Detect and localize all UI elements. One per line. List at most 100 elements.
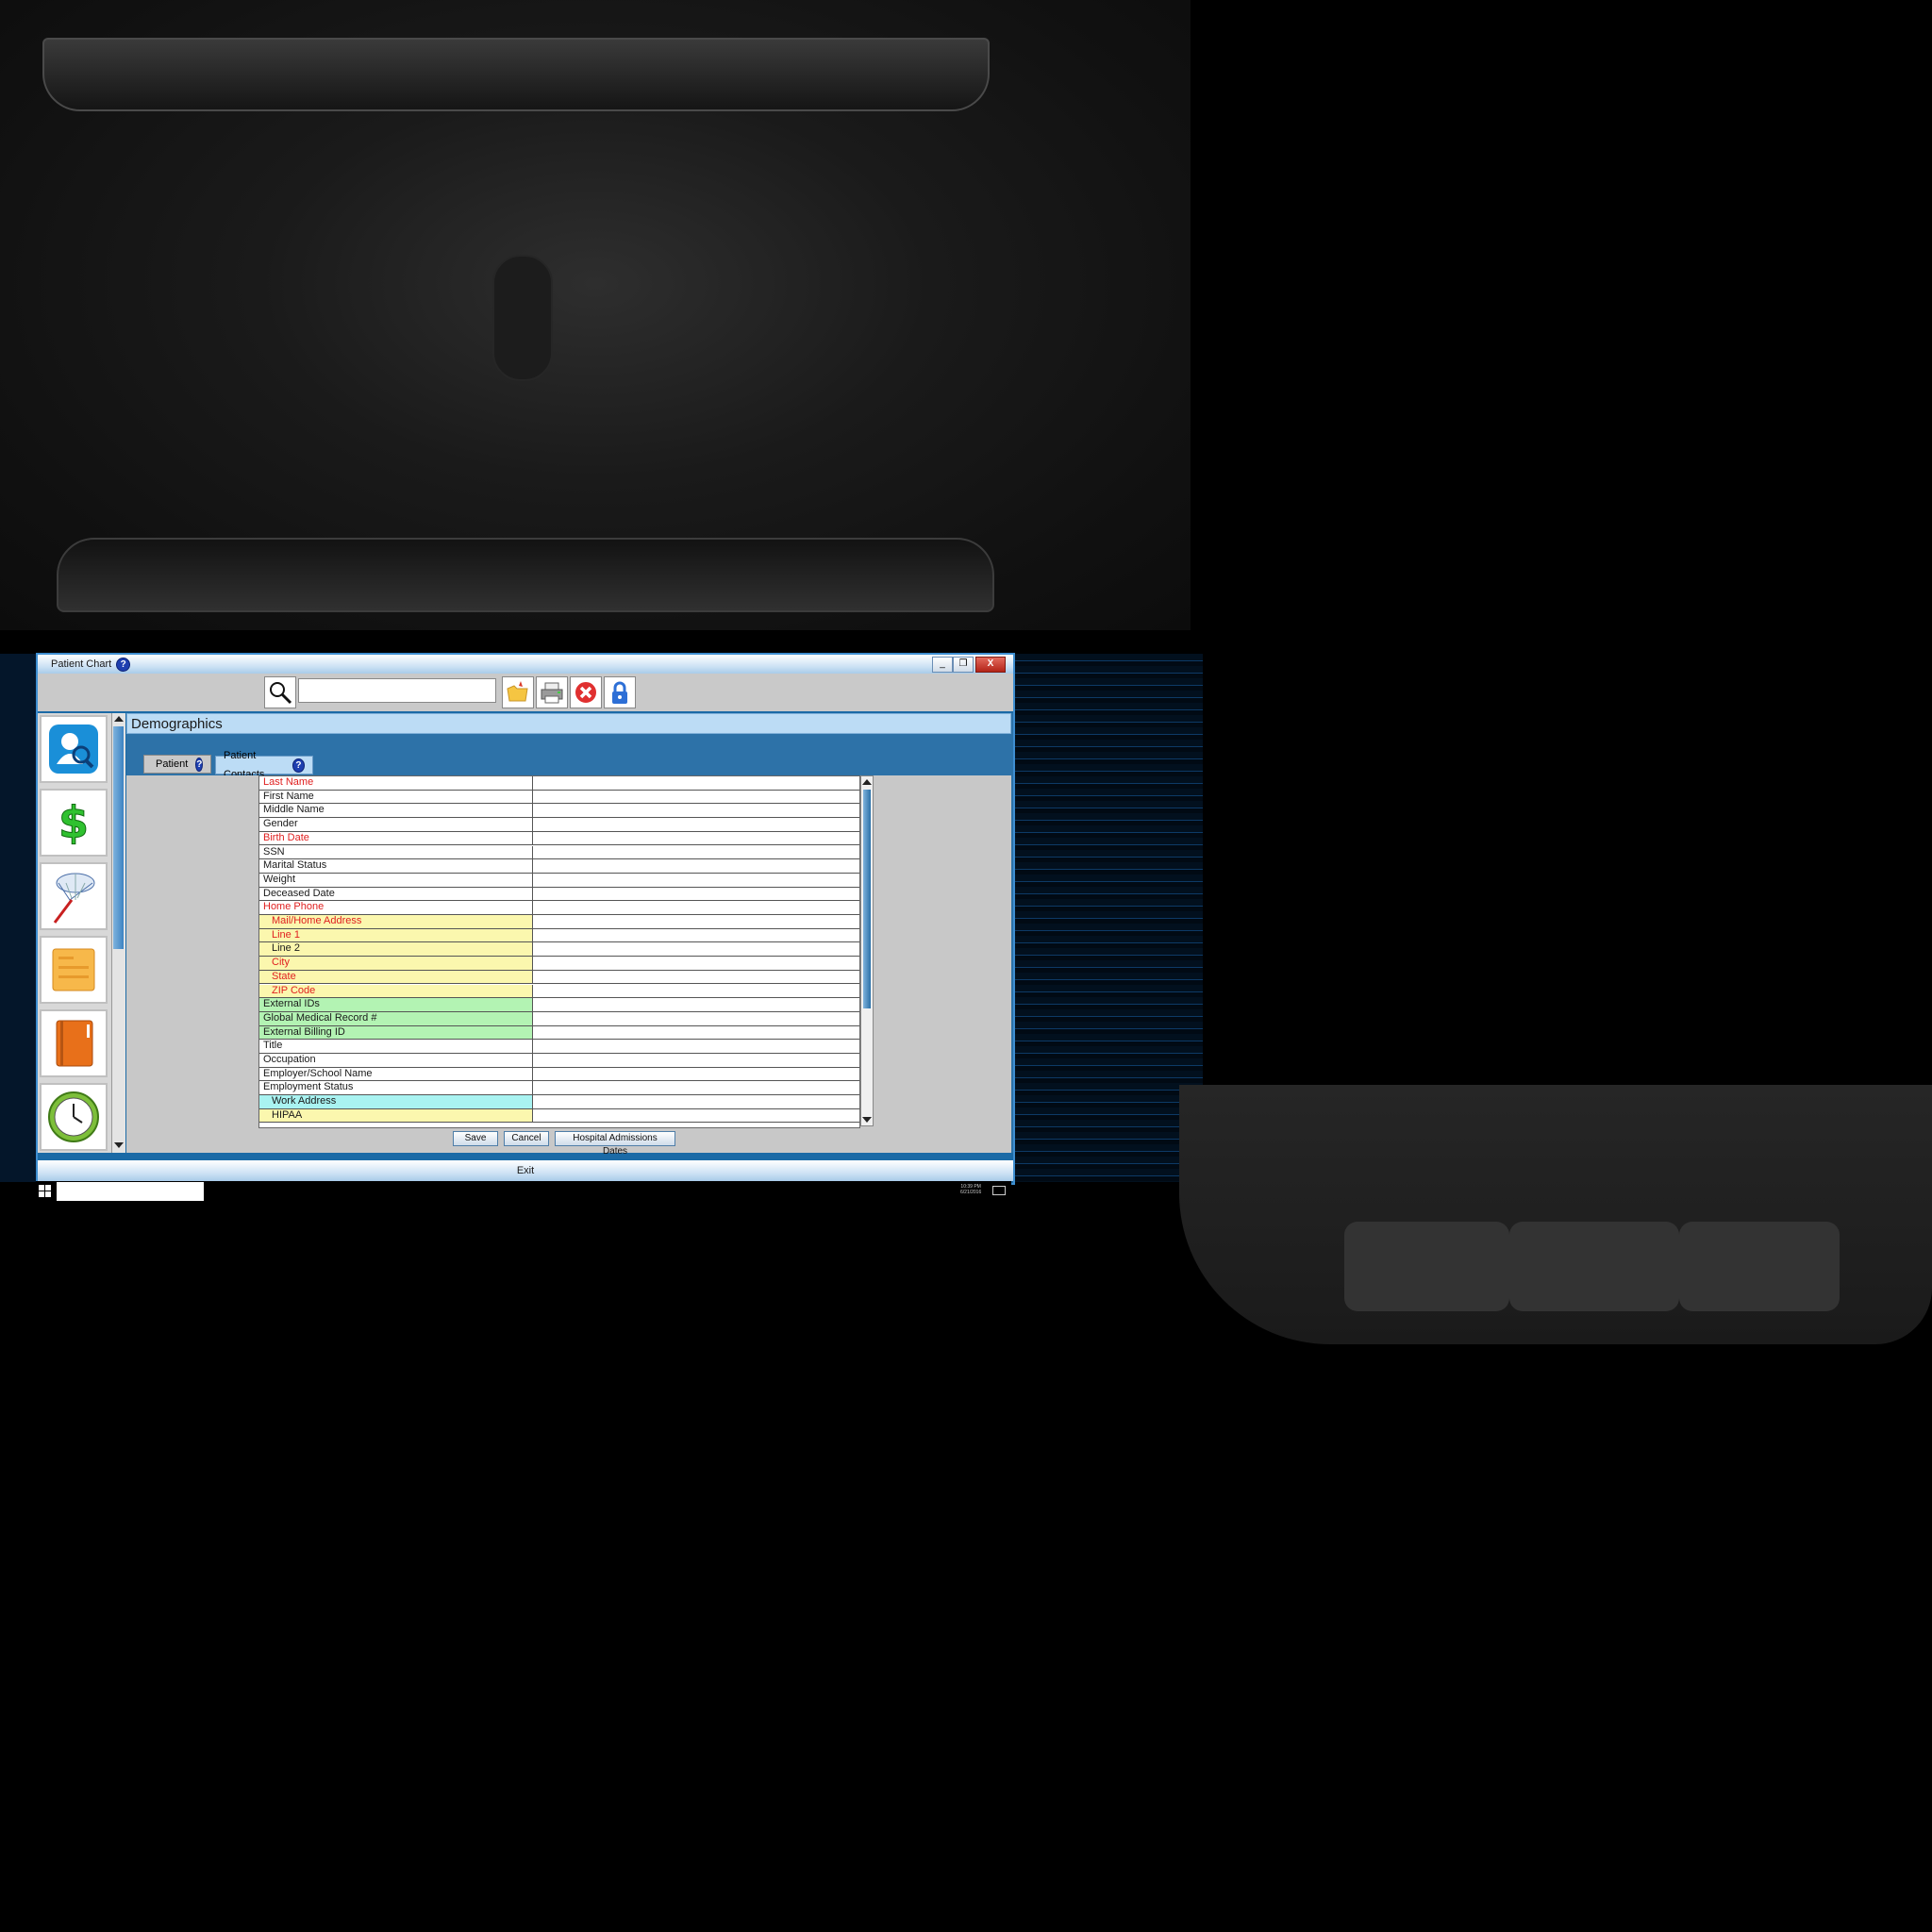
field-value-input[interactable]: [533, 887, 859, 901]
field-label: External Billing ID: [259, 1025, 533, 1040]
close-button[interactable]: X: [975, 657, 1006, 673]
field-value-input[interactable]: [533, 998, 859, 1011]
field-label: City: [259, 957, 533, 970]
notes-icon[interactable]: [40, 936, 108, 1004]
table-row: Line 1: [259, 928, 859, 943]
scroll-down-icon[interactable]: [114, 1142, 124, 1148]
field-label: Last Name: [259, 776, 533, 790]
save-button[interactable]: Save: [453, 1131, 498, 1146]
help-icon[interactable]: ?: [116, 657, 131, 672]
field-value-input[interactable]: [533, 1108, 859, 1123]
table-row: Home Phone: [259, 901, 859, 915]
table-row: Middle Name: [259, 804, 859, 819]
field-value-input[interactable]: [533, 1067, 859, 1081]
field-label: Line 1: [259, 928, 533, 942]
field-value-input[interactable]: [533, 1095, 859, 1108]
roller-shape: [1679, 1222, 1840, 1311]
field-value-input[interactable]: [533, 928, 859, 942]
table-row: State: [259, 970, 859, 985]
scroll-down-icon[interactable]: [862, 1117, 872, 1123]
background-rollers-image: [1179, 1085, 1932, 1344]
content-area: Demographics Patient ? Patient Contacts …: [126, 713, 1013, 1157]
net-icon[interactable]: [40, 862, 108, 930]
table-row: Birth Date: [259, 831, 859, 846]
patient-chart-window: Patient Chart ? _ ❐ X $ Demographics Pat…: [36, 653, 1015, 1185]
patient-search-icon[interactable]: [40, 715, 108, 783]
field-label: Home Phone: [259, 901, 533, 914]
help-icon[interactable]: ?: [291, 758, 305, 773]
field-value-input[interactable]: [533, 859, 859, 873]
field-value-input[interactable]: [533, 1040, 859, 1053]
taskbar-search-box[interactable]: [57, 1182, 204, 1201]
table-row: Employer/School Name: [259, 1067, 859, 1082]
field-value-input[interactable]: [533, 1025, 859, 1040]
window-title: Patient Chart: [51, 658, 112, 670]
sidebar-scrollbar[interactable]: [111, 713, 125, 1153]
field-label: ZIP Code: [259, 984, 533, 998]
folder-icon[interactable]: [502, 676, 534, 708]
tray-top-rim: [42, 38, 990, 111]
sidebar: $: [38, 713, 111, 1153]
table-row: Employment Status: [259, 1081, 859, 1096]
help-icon[interactable]: ?: [195, 757, 204, 772]
field-value-input[interactable]: [533, 957, 859, 970]
taskbar: 10:39 PM 6/21/2016: [36, 1181, 1011, 1202]
table-row: Work Address: [259, 1095, 859, 1109]
tab-label: Patient: [156, 758, 189, 770]
search-icon[interactable]: [264, 676, 296, 708]
table-row: First Name: [259, 790, 859, 805]
notification-icon[interactable]: [992, 1186, 1006, 1195]
field-value-input[interactable]: [533, 845, 859, 859]
field-value-input[interactable]: [533, 776, 859, 790]
table-row: Line 2: [259, 942, 859, 958]
field-value-input[interactable]: [533, 831, 859, 845]
field-label: Weight: [259, 873, 533, 887]
clock-icon[interactable]: [40, 1083, 108, 1151]
field-label: Line 2: [259, 942, 533, 957]
print-icon[interactable]: [536, 676, 568, 708]
tab-patient[interactable]: Patient ?: [143, 755, 211, 774]
field-value-input[interactable]: [533, 873, 859, 887]
scroll-thumb[interactable]: [863, 790, 871, 1008]
hospital-admissions-dates-button[interactable]: Hospital Admissions Dates: [555, 1131, 675, 1157]
field-label: First Name: [259, 790, 533, 804]
grid-scrollbar[interactable]: [860, 775, 874, 1126]
roller-shape: [1509, 1222, 1679, 1311]
title-bar[interactable]: Patient Chart ? _ ❐ X: [38, 655, 1013, 674]
minimize-button[interactable]: _: [932, 657, 953, 673]
scroll-up-icon[interactable]: [114, 716, 124, 722]
field-label: HIPAA: [259, 1108, 533, 1123]
scroll-up-icon[interactable]: [862, 779, 872, 785]
exit-button[interactable]: Exit: [38, 1160, 1013, 1181]
tab-patient-contacts[interactable]: Patient Contacts ?: [215, 750, 313, 780]
windows-start-icon[interactable]: [39, 1185, 52, 1198]
table-row: Weight: [259, 873, 859, 888]
field-value-input[interactable]: [533, 1011, 859, 1025]
form-panel: Last Name First Name Middle Name Gender Birt…: [126, 775, 1011, 1157]
field-value-input[interactable]: [533, 984, 859, 998]
field-value-input[interactable]: [533, 790, 859, 804]
section-title: Demographics: [126, 713, 1011, 734]
book-icon[interactable]: [40, 1009, 108, 1077]
cancel-icon[interactable]: [570, 676, 602, 708]
field-value-input[interactable]: [533, 818, 859, 831]
demographics-grid: Last Name First Name Middle Name Gender Birt…: [258, 775, 860, 1128]
table-row: External Billing ID: [259, 1025, 859, 1041]
field-value-input[interactable]: [533, 1081, 859, 1095]
field-value-input[interactable]: [533, 915, 859, 928]
billing-dollar-icon[interactable]: $: [40, 789, 108, 857]
field-value-input[interactable]: [533, 942, 859, 957]
field-value-input[interactable]: [533, 1054, 859, 1067]
search-input[interactable]: [298, 678, 496, 703]
lock-icon[interactable]: [604, 676, 636, 708]
taskbar-clock[interactable]: 10:39 PM 6/21/2016: [960, 1184, 981, 1195]
field-value-input[interactable]: [533, 901, 859, 914]
field-value-input[interactable]: [533, 804, 859, 818]
table-row: Title: [259, 1040, 859, 1054]
cancel-button[interactable]: Cancel: [504, 1131, 549, 1146]
tray-slot: [492, 255, 553, 381]
scroll-thumb[interactable]: [113, 726, 124, 949]
field-label: Mail/Home Address: [259, 915, 533, 928]
restore-button[interactable]: ❐: [953, 657, 974, 673]
field-value-input[interactable]: [533, 970, 859, 984]
